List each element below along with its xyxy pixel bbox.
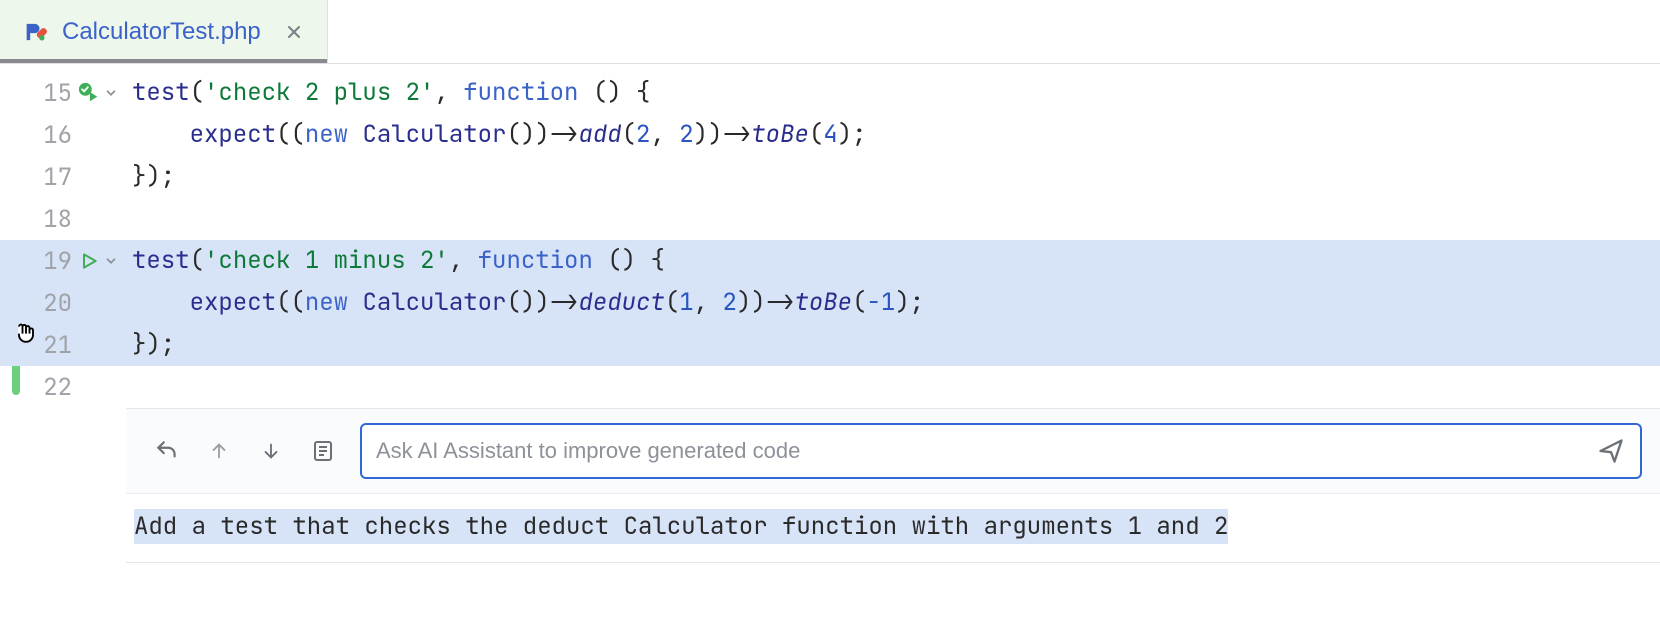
code-line[interactable]: test('check 1 minus 2', function () { xyxy=(126,240,1660,282)
line-number: 17 xyxy=(30,162,72,193)
gutter-row: 18 xyxy=(0,198,126,240)
tab-close-button[interactable] xyxy=(281,19,307,45)
ai-toolbar xyxy=(126,409,1660,493)
gutter-row: 21 xyxy=(0,324,126,366)
line-number: 15 xyxy=(30,78,72,109)
code-line[interactable] xyxy=(126,198,1660,240)
gutter: 15 16 17 18 19 20 21 22 xyxy=(0,64,126,563)
code-line[interactable] xyxy=(126,366,1660,408)
gutter-row: 19 xyxy=(0,240,126,282)
ai-last-prompt-text: Add a test that checks the deduct Calcul… xyxy=(134,509,1228,544)
ai-assistant-panel: Add a test that checks the deduct Calcul… xyxy=(126,408,1660,563)
gutter-row: 22 xyxy=(0,366,126,408)
code-line[interactable]: }); xyxy=(126,324,1660,366)
code-line[interactable]: }); xyxy=(126,156,1660,198)
line-number: 22 xyxy=(30,372,72,403)
gutter-row: 16 xyxy=(0,114,126,156)
fold-toggle-icon[interactable] xyxy=(102,84,120,102)
tab-bar: CalculatorTest.php xyxy=(0,0,1660,64)
gutter-row: 20 xyxy=(0,282,126,324)
ai-prompt-input[interactable] xyxy=(376,438,1594,464)
ai-send-button[interactable] xyxy=(1594,434,1628,468)
line-number: 19 xyxy=(30,246,72,277)
gutter-row: 17 xyxy=(0,156,126,198)
ai-last-prompt-row: Add a test that checks the deduct Calcul… xyxy=(126,493,1660,562)
tab-filename: CalculatorTest.php xyxy=(62,18,261,46)
code-line[interactable]: expect((new Calculator())->deduct(1, 2))… xyxy=(126,282,1660,324)
code-area[interactable]: test('check 2 plus 2', function () { exp… xyxy=(126,64,1660,563)
run-test-passed-icon[interactable] xyxy=(78,82,100,104)
ai-input-container xyxy=(360,423,1642,479)
prev-change-button[interactable] xyxy=(204,436,234,466)
line-number: 20 xyxy=(30,288,72,319)
line-number: 18 xyxy=(30,204,72,235)
gutter-row: 15 xyxy=(0,72,126,114)
line-number: 16 xyxy=(30,120,72,151)
code-line[interactable]: test('check 2 plus 2', function () { xyxy=(126,72,1660,114)
run-test-icon[interactable] xyxy=(78,250,100,272)
line-number: 21 xyxy=(30,330,72,361)
code-line[interactable]: expect((new Calculator())->add(2, 2))->t… xyxy=(126,114,1660,156)
tab-active[interactable]: CalculatorTest.php xyxy=(0,0,328,63)
diff-view-button[interactable] xyxy=(308,436,338,466)
next-change-button[interactable] xyxy=(256,436,286,466)
undo-button[interactable] xyxy=(152,436,182,466)
pest-file-icon xyxy=(22,18,50,46)
fold-toggle-icon[interactable] xyxy=(102,252,120,270)
editor: 15 16 17 18 19 20 21 22 test('check 2 plus 2', … xyxy=(0,64,1660,563)
